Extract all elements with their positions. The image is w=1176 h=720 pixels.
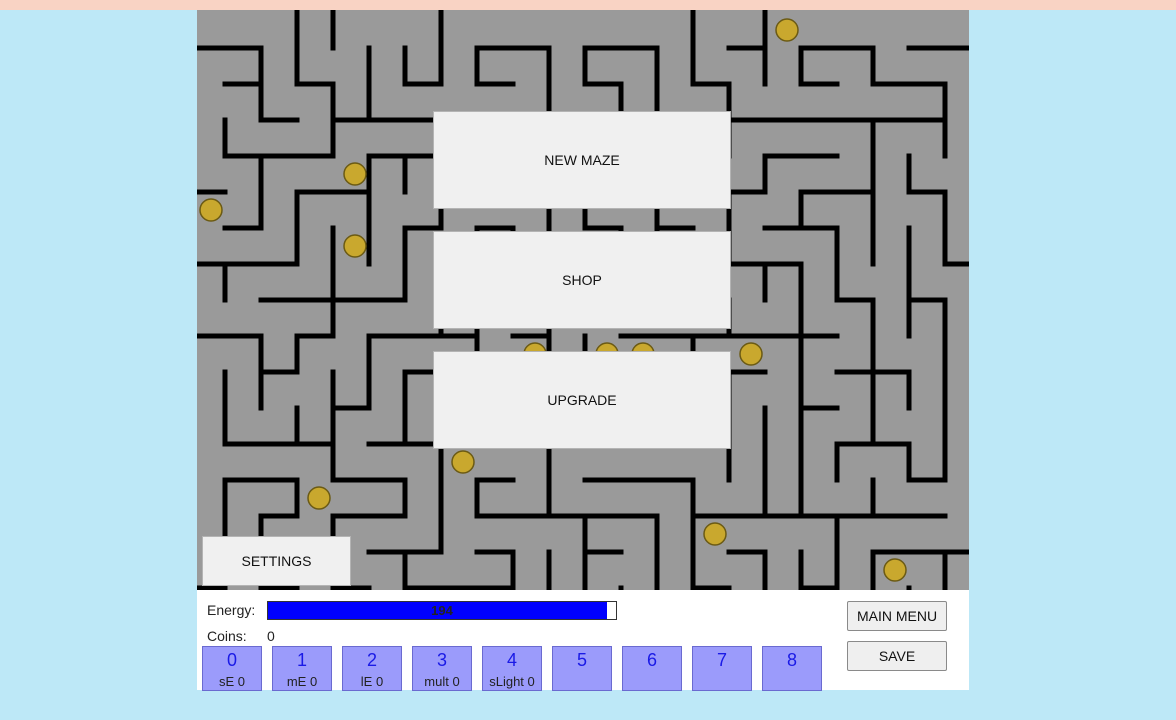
- new-maze-button[interactable]: NEW MAZE: [433, 111, 731, 209]
- settings-button[interactable]: SETTINGS: [202, 536, 351, 586]
- shop-button[interactable]: SHOP: [433, 231, 731, 329]
- inventory-slot[interactable]: 4 sLight 0: [482, 646, 542, 691]
- inventory-slot[interactable]: 2 lE 0: [342, 646, 402, 691]
- coin-icon: [343, 234, 367, 258]
- slot-number: 6: [646, 650, 657, 670]
- slot-number: 5: [576, 650, 587, 670]
- slot-number: 4: [506, 650, 517, 670]
- inventory-slot[interactable]: 7: [692, 646, 752, 691]
- inventory-slot[interactable]: 1 mE 0: [272, 646, 332, 691]
- energy-value: 194: [431, 603, 453, 618]
- energy-bar: 194: [267, 601, 617, 620]
- coin-icon: [343, 162, 367, 186]
- coins-label: Coins:: [207, 628, 247, 644]
- slot-number: 3: [436, 650, 447, 670]
- coin-icon: [451, 450, 475, 474]
- inventory-slot[interactable]: 5: [552, 646, 612, 691]
- main-menu-button[interactable]: MAIN MENU: [847, 601, 947, 631]
- slot-number: 8: [786, 650, 797, 670]
- energy-label: Energy:: [207, 602, 256, 618]
- coin-icon: [775, 18, 799, 42]
- save-button[interactable]: SAVE: [847, 641, 947, 671]
- coin-icon: [199, 198, 223, 222]
- coin-icon: [739, 342, 763, 366]
- slot-number: 2: [366, 650, 377, 670]
- upgrade-button[interactable]: UPGRADE: [433, 351, 731, 449]
- slot-label: sE 0: [218, 674, 245, 689]
- slot-number: 1: [296, 650, 307, 670]
- top-strip: [0, 0, 1176, 10]
- slot-label: mE 0: [286, 674, 318, 689]
- inventory-slot[interactable]: 0 sE 0: [202, 646, 262, 691]
- slot-label: lE 0: [360, 674, 384, 689]
- inventory-slot[interactable]: 8: [762, 646, 822, 691]
- inventory-slot[interactable]: 6: [622, 646, 682, 691]
- coin-icon: [307, 486, 331, 510]
- coin-icon: [703, 522, 727, 546]
- inventory-slot[interactable]: 3 mult 0: [412, 646, 472, 691]
- maze-game-area[interactable]: NEW MAZE SHOP UPGRADE SETTINGS: [197, 10, 969, 590]
- slot-number: 7: [716, 650, 727, 670]
- slot-number: 0: [226, 650, 237, 670]
- coins-value: 0: [267, 628, 275, 644]
- hud-panel: Energy: 194 Coins: 0 0 sE 0 1 mE 0 2 lE …: [197, 590, 969, 691]
- slot-label: sLight 0: [489, 674, 535, 689]
- coin-icon: [883, 558, 907, 582]
- slot-label: mult 0: [424, 674, 460, 689]
